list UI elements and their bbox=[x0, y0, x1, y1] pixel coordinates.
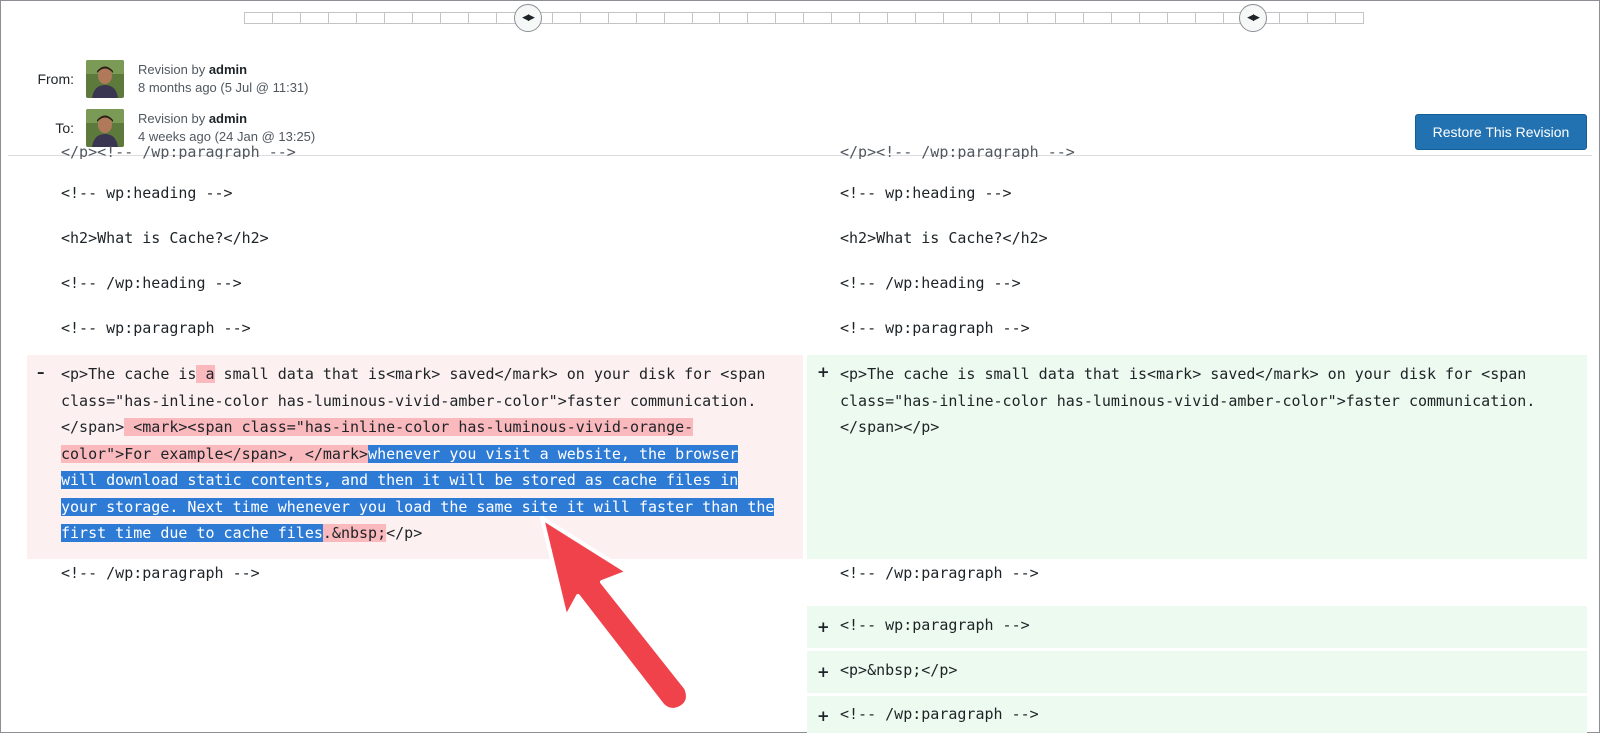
slider-tick[interactable] bbox=[355, 12, 384, 24]
slider-tick[interactable] bbox=[831, 12, 860, 24]
left-heading-close: <!-- /wp:heading --> bbox=[61, 274, 242, 292]
slider-tick[interactable] bbox=[663, 12, 692, 24]
slider-tick[interactable] bbox=[383, 12, 412, 24]
added-line-marker: + bbox=[817, 707, 830, 725]
slider-tick[interactable] bbox=[439, 12, 468, 24]
right-para-close: <!-- /wp:paragraph --> bbox=[840, 564, 1039, 582]
left-cut-line: </p><!-- /wp:paragraph --> bbox=[61, 143, 296, 159]
from-revision-info: Revision by admin 8 months ago (5 Jul @ … bbox=[138, 61, 309, 97]
restore-revision-button[interactable]: Restore This Revision bbox=[1415, 114, 1587, 150]
to-label: To: bbox=[55, 120, 74, 136]
added-line-marker: + bbox=[817, 618, 830, 636]
left-para-open: <!-- wp:paragraph --> bbox=[61, 319, 251, 337]
revision-slider-track[interactable] bbox=[244, 12, 1364, 24]
slider-tick[interactable] bbox=[747, 12, 776, 24]
from-author: admin bbox=[208, 62, 248, 77]
slider-tick[interactable] bbox=[887, 12, 916, 24]
slider-tick[interactable] bbox=[1278, 12, 1307, 24]
slider-tick[interactable] bbox=[635, 12, 664, 24]
added-row-text: <!-- wp:paragraph --> bbox=[840, 616, 1030, 634]
from-date: 8 months ago (5 Jul @ 11:31) bbox=[138, 80, 309, 95]
added-row-text: <p>&nbsp;</p> bbox=[840, 661, 958, 679]
to-revision-info: Revision by admin 4 weeks ago (24 Jan @ … bbox=[138, 110, 315, 146]
right-heading-close: <!-- /wp:heading --> bbox=[840, 274, 1021, 292]
slider-tick[interactable] bbox=[1166, 12, 1195, 24]
slider-tick[interactable] bbox=[971, 12, 1000, 24]
deleted-text: <p>The cache is bbox=[61, 365, 197, 383]
deleted-nbsp-highlight: .&nbsp; bbox=[322, 524, 387, 542]
slider-tick[interactable] bbox=[691, 12, 720, 24]
slider-tick[interactable] bbox=[299, 12, 328, 24]
slider-tick[interactable] bbox=[1055, 12, 1084, 24]
slider-tick[interactable] bbox=[271, 12, 300, 24]
slider-tick[interactable] bbox=[943, 12, 972, 24]
slider-tick[interactable] bbox=[719, 12, 748, 24]
slider-tick[interactable] bbox=[915, 12, 944, 24]
to-author: admin bbox=[208, 111, 248, 126]
slider-tick[interactable] bbox=[999, 12, 1028, 24]
slider-tick[interactable] bbox=[327, 12, 356, 24]
added-paragraph[interactable]: <p>The cache is small data that is<mark>… bbox=[840, 361, 1560, 441]
left-heading-open: <!-- wp:heading --> bbox=[61, 184, 233, 202]
slider-tick[interactable] bbox=[1111, 12, 1139, 24]
slider-tick[interactable] bbox=[775, 12, 804, 24]
from-label: From: bbox=[37, 71, 74, 87]
deleted-text: </p> bbox=[386, 524, 423, 542]
right-heading-open: <!-- wp:heading --> bbox=[840, 184, 1012, 202]
right-para-open: <!-- wp:paragraph --> bbox=[840, 319, 1030, 337]
annotation-arrow-icon bbox=[540, 516, 690, 712]
slider-handle-right[interactable]: ◀▶ bbox=[1239, 4, 1267, 32]
added-row-text: <!-- /wp:paragraph --> bbox=[840, 705, 1039, 723]
avatar bbox=[86, 60, 124, 98]
to-prefix: Revision by bbox=[138, 111, 209, 126]
slider-tick[interactable] bbox=[411, 12, 440, 24]
from-row: From: Revision by admin 8 months ago (5 … bbox=[0, 58, 309, 100]
deleted-line-marker: – bbox=[37, 363, 45, 381]
slider-tick[interactable] bbox=[551, 12, 580, 24]
slider-tick[interactable] bbox=[1027, 12, 1056, 24]
slider-tick[interactable] bbox=[803, 12, 832, 24]
right-cut-line: </p><!-- /wp:paragraph --> bbox=[840, 143, 1075, 159]
slider-tick[interactable] bbox=[579, 12, 608, 24]
slider-tick[interactable] bbox=[1334, 12, 1364, 24]
deleted-word-highlight: a bbox=[196, 365, 215, 383]
slider-tick[interactable] bbox=[1306, 12, 1335, 24]
slider-tick[interactable] bbox=[244, 12, 272, 24]
slider-tick[interactable] bbox=[467, 12, 496, 24]
slider-tick[interactable] bbox=[1194, 12, 1223, 24]
slider-tick[interactable] bbox=[859, 12, 888, 24]
from-prefix: Revision by bbox=[138, 62, 209, 77]
slider-handle-left[interactable]: ◀▶ bbox=[514, 4, 542, 32]
slider-tick[interactable] bbox=[607, 12, 636, 24]
slider-tick[interactable] bbox=[1139, 12, 1167, 24]
right-h2: <h2>What is Cache?</h2> bbox=[840, 229, 1048, 247]
slider-tick[interactable] bbox=[1083, 12, 1112, 24]
added-line-marker: + bbox=[817, 363, 830, 381]
left-para-close: <!-- /wp:paragraph --> bbox=[61, 564, 260, 582]
avatar bbox=[86, 109, 124, 147]
left-h2: <h2>What is Cache?</h2> bbox=[61, 229, 269, 247]
added-line-marker: + bbox=[817, 663, 830, 681]
